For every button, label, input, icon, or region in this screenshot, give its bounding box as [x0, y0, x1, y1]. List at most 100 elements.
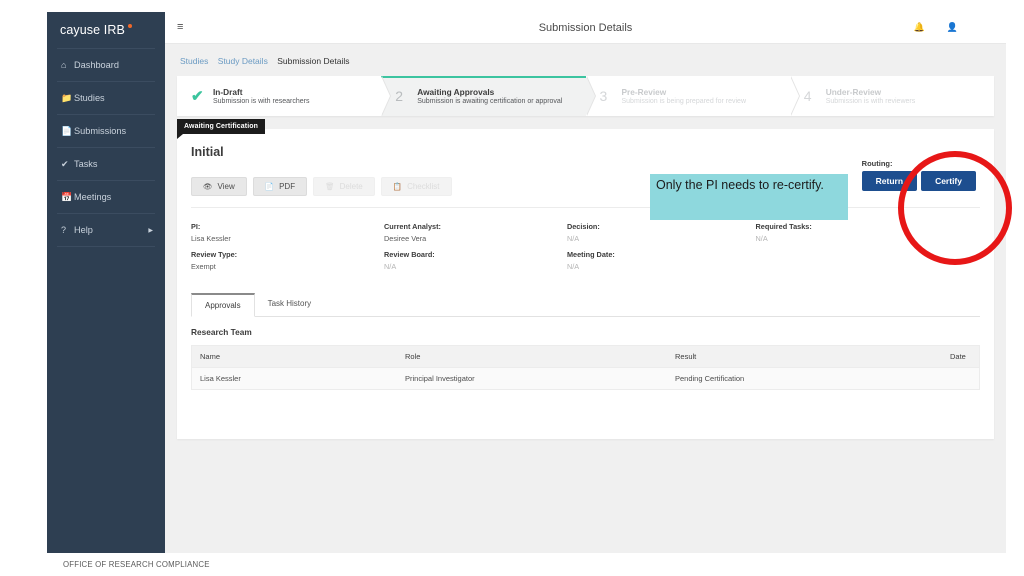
step-subtitle: Submission is being prepared for review [621, 98, 747, 105]
sidebar-item-studies[interactable]: 📁 Studies [47, 82, 165, 114]
meta-value: Lisa Kessler [191, 234, 231, 243]
breadcrumb-link-studies[interactable]: Studies [180, 56, 208, 66]
sidebar-item-tasks[interactable]: ✔ Tasks [47, 148, 165, 180]
submission-title: Initial [191, 145, 224, 159]
step-subtitle: Submission is with reviewers [825, 98, 916, 105]
screenshot-root: cayuse IRB ⌂ Dashboard 📁 Studies 📄 Submi… [0, 0, 1024, 576]
sidebar-divider [57, 246, 155, 247]
column-header-role: Role [405, 352, 421, 361]
document-icon: 📄 [61, 125, 73, 136]
column-header-name: Name [200, 352, 221, 361]
eye-icon: 👁 [203, 182, 213, 191]
step-divider [381, 76, 391, 116]
meta-value: N/A [384, 262, 397, 271]
dashboard-icon: ⌂ [61, 60, 67, 70]
pdf-button[interactable]: 📄 PDF [252, 177, 308, 196]
step-title: Pre-Review [621, 87, 667, 97]
meta-meeting-date: Meeting Date: N/A [567, 250, 756, 271]
column-header-result: Result [675, 352, 697, 361]
step-number: 3 [599, 88, 608, 104]
step-divider [789, 76, 799, 116]
clipboard-icon: 📋 [392, 182, 403, 191]
step-pre-review[interactable]: 3 Pre-Review Submission is being prepare… [586, 76, 800, 116]
cell-name: Lisa Kessler [200, 374, 241, 383]
breadcrumb: Studies Study Details Submission Details [165, 44, 1006, 76]
breadcrumb-link-study-details[interactable]: Study Details [218, 56, 268, 66]
sidebar: cayuse IRB ⌂ Dashboard 📁 Studies 📄 Submi… [47, 12, 165, 553]
research-team-heading: Research Team [191, 327, 252, 337]
bell-icon[interactable]: 🔔 [914, 22, 925, 33]
submission-progress-stepper: ✔ In-Draft Submission is with researcher… [177, 76, 994, 116]
brand-dot-icon [127, 24, 132, 28]
footer-text: OFFICE OF RESEARCH COMPLIANCE [63, 560, 210, 569]
step-awaiting-approvals[interactable]: 2 Awaiting Approvals Submission is await… [381, 76, 596, 116]
pdf-button-label: PDF [279, 182, 296, 191]
step-subtitle: Submission is with researchers [213, 98, 310, 105]
sidebar-item-meetings[interactable]: 📅 Meetings [47, 181, 165, 213]
step-divider [585, 76, 595, 116]
view-button[interactable]: 👁 View [191, 177, 247, 196]
step-in-draft[interactable]: ✔ In-Draft Submission is with researcher… [177, 76, 392, 116]
sidebar-item-label: Studies [74, 93, 105, 103]
sidebar-item-help[interactable]: ? Help ▶ [47, 214, 165, 246]
question-icon: ? [61, 225, 67, 235]
checklist-button: 📋 Checklist [380, 177, 452, 196]
meta-value: Desiree Vera [384, 234, 427, 243]
status-badge: Awaiting Certification [177, 119, 266, 139]
tab-task-history[interactable]: Task History [255, 293, 325, 316]
meta-value: Exempt [191, 262, 216, 271]
step-title: Awaiting Approvals [417, 87, 495, 97]
meta-key: Decision: [566, 222, 600, 231]
cell-date [942, 368, 979, 389]
meta-value: N/A [566, 234, 580, 243]
meta-review-board: Review Board: N/A [384, 250, 567, 271]
pdf-icon: 📄 [264, 182, 275, 191]
trash-icon: 🗑 [325, 182, 335, 191]
sidebar-item-label: Tasks [74, 159, 98, 169]
meta-current-analyst: Current Analyst: Desiree Vera [384, 222, 567, 243]
page-title: Submission Details [538, 21, 633, 34]
user-icon[interactable]: 👤 [947, 22, 958, 33]
step-under-review[interactable]: 4 Under-Review Submission is with review… [790, 76, 994, 116]
breadcrumb-current: Submission Details [277, 56, 350, 66]
sidebar-item-label: Help [74, 225, 93, 235]
step-number: 4 [803, 88, 812, 104]
checklist-button-label: Checklist [407, 182, 440, 191]
meta-review-type: Review Type: Exempt [191, 250, 384, 271]
card-tabs: Approvals Task History [191, 293, 980, 317]
meta-key: Review Type: [191, 250, 238, 259]
check-icon: ✔ [61, 158, 69, 169]
main-content: Studies Study Details Submission Details… [165, 44, 1006, 553]
step-title: Under-Review [825, 87, 882, 97]
meta-decision: Decision: N/A [567, 222, 756, 243]
step-title: In-Draft [213, 87, 243, 97]
chevron-right-icon: ▶ [148, 227, 153, 234]
meta-key: Review Board: [384, 250, 435, 259]
sidebar-item-submissions[interactable]: 📄 Submissions [47, 115, 165, 147]
meta-key: Meeting Date: [566, 250, 615, 259]
step-check-icon: ✔ [191, 88, 204, 105]
top-bar: ≡ Submission Details 🔔 👤 [165, 12, 1006, 44]
brand-logo[interactable]: cayuse IRB [47, 12, 165, 48]
delete-button: 🗑 Delete [313, 177, 375, 196]
meta-key: Current Analyst: [384, 222, 441, 231]
delete-button-label: Delete [339, 182, 363, 191]
view-button-label: View [217, 182, 235, 191]
column-header-date: Date [950, 352, 966, 361]
sidebar-item-label: Dashboard [74, 60, 119, 70]
sidebar-item-label: Submissions [74, 126, 127, 136]
table-row[interactable]: Lisa Kessler Principal Investigator Pend… [192, 367, 979, 389]
submission-card: Awaiting Certification Initial 👁 View 📄 … [177, 119, 994, 439]
tab-approvals[interactable]: Approvals [191, 293, 255, 317]
annotation-callout: Only the PI needs to re-certify. [650, 174, 848, 220]
folder-icon: 📁 [61, 92, 73, 103]
step-subtitle: Submission is awaiting certification or … [417, 98, 563, 105]
submission-metadata: PI: Lisa Kessler Current Analyst: Desire… [177, 208, 994, 271]
sidebar-item-dashboard[interactable]: ⌂ Dashboard [47, 49, 165, 81]
meta-key: PI: [191, 222, 201, 231]
annotation-highlight-circle [898, 151, 1012, 265]
meta-pi: PI: Lisa Kessler [191, 222, 384, 243]
cell-role: Principal Investigator [405, 374, 475, 383]
calendar-icon: 📅 [61, 191, 73, 202]
sidebar-item-label: Meetings [74, 192, 112, 202]
